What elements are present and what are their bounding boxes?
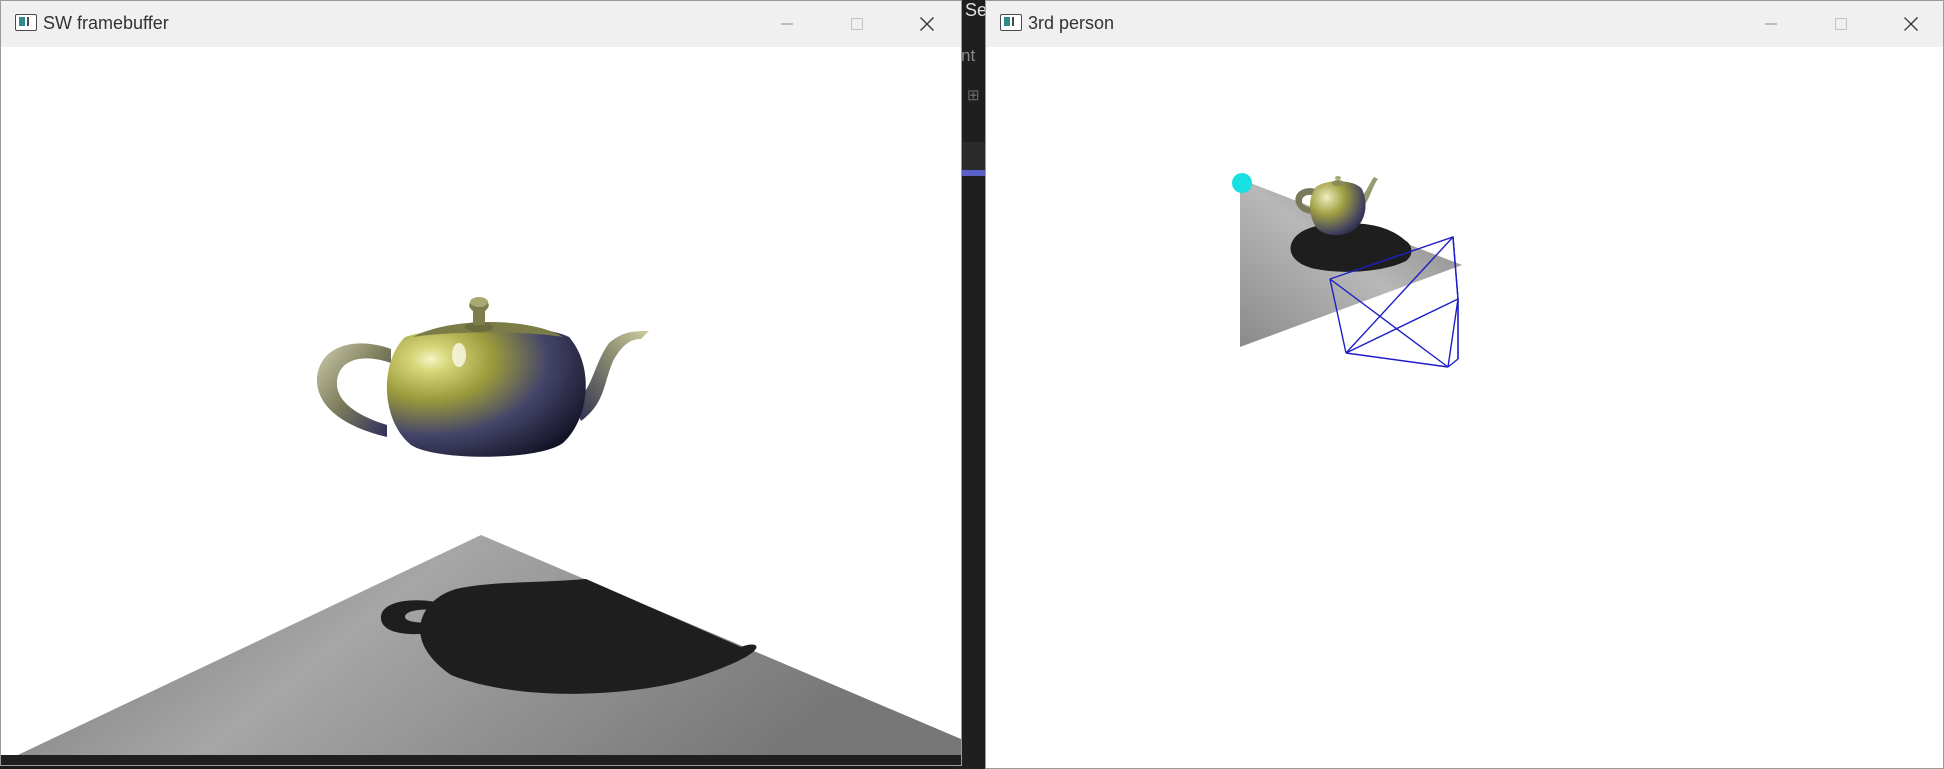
third-person-scene <box>1232 173 1462 368</box>
window-title: 3rd person <box>1028 13 1115 33</box>
window-title: SW framebuffer <box>43 13 169 33</box>
minimize-button[interactable] <box>757 1 817 47</box>
minimize-icon <box>1765 23 1777 25</box>
maximize-button[interactable] <box>1811 1 1871 47</box>
maximize-button[interactable] <box>827 1 887 47</box>
background-app-icon: ⊞ <box>967 87 980 104</box>
background-app-title-fragment: Se <box>965 0 988 20</box>
app-window-icon <box>1000 14 1022 31</box>
window-bottom-edge <box>1 755 961 765</box>
minimize-button[interactable] <box>1741 1 1801 47</box>
app-window-icon <box>15 14 37 31</box>
background-app-text-fragment: nt <box>961 46 976 65</box>
titlebar[interactable]: 3rd person <box>986 1 1943 48</box>
framebuffer-scene <box>1 297 961 765</box>
render-viewport[interactable] <box>1 47 961 765</box>
teapot <box>316 297 649 457</box>
close-icon <box>1904 17 1918 31</box>
third-person-window[interactable]: 3rd person <box>985 0 1944 769</box>
close-icon <box>920 17 934 31</box>
light-source-marker <box>1232 173 1252 193</box>
minimize-icon <box>781 23 793 25</box>
close-button[interactable] <box>897 1 957 47</box>
maximize-icon <box>851 18 863 30</box>
titlebar[interactable]: SW framebuffer <box>1 1 961 48</box>
maximize-icon <box>1835 18 1847 30</box>
render-viewport[interactable] <box>986 47 1943 768</box>
sw-framebuffer-window[interactable]: SW framebuffer <box>0 0 962 766</box>
close-button[interactable] <box>1881 1 1941 47</box>
